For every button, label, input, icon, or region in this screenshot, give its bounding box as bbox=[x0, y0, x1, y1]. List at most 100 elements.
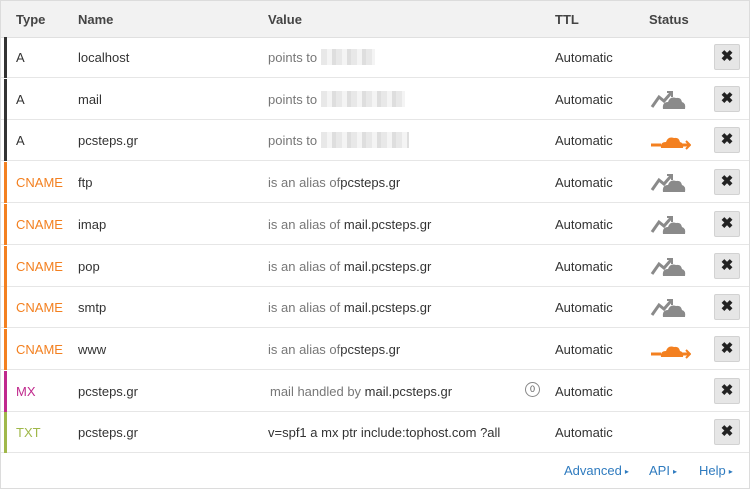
record-name[interactable]: mail bbox=[78, 92, 102, 107]
advanced-link-label: Advanced bbox=[564, 463, 622, 478]
record-ttl[interactable]: Automatic bbox=[555, 259, 613, 274]
record-value[interactable]: is an alias of mail.pcsteps.gr bbox=[268, 217, 431, 232]
record-value-prefix: mail handled by bbox=[270, 384, 365, 399]
record-type-indicator bbox=[4, 246, 7, 287]
record-value[interactable]: is an alias of mail.pcsteps.gr bbox=[268, 300, 431, 315]
table-row[interactable]: CNAME imap is an alias of mail.pcsteps.gr A… bbox=[1, 204, 749, 245]
table-row[interactable]: MX pcsteps.gr mail handled by mail.pcsteps… bbox=[1, 371, 749, 412]
record-type-indicator bbox=[4, 37, 7, 78]
proxied-cloud-icon[interactable] bbox=[649, 337, 692, 363]
record-ttl[interactable]: Automatic bbox=[555, 92, 613, 107]
delete-record-button[interactable]: ✖ bbox=[714, 211, 740, 237]
record-ttl[interactable]: Automatic bbox=[555, 50, 613, 65]
record-value-prefix: is an alias of bbox=[268, 259, 344, 274]
record-type: CNAME bbox=[16, 259, 63, 274]
record-value-target: mail.pcsteps.gr bbox=[343, 300, 432, 315]
header-type: Type bbox=[16, 12, 46, 27]
record-type: A bbox=[16, 92, 25, 107]
record-value[interactable]: points to bbox=[268, 132, 409, 149]
record-ttl[interactable]: Automatic bbox=[555, 175, 613, 190]
header-status: Status bbox=[649, 12, 689, 27]
table-row[interactable]: CNAME www is an alias ofpcsteps.gr Automati… bbox=[1, 329, 749, 370]
record-value[interactable]: is an alias ofpcsteps.gr bbox=[268, 342, 400, 357]
record-ttl[interactable]: Automatic bbox=[555, 425, 613, 440]
redacted-ip-address bbox=[320, 49, 375, 66]
header-name: Name bbox=[78, 12, 114, 27]
table-row[interactable]: CNAME smtp is an alias of mail.pcsteps.gr A… bbox=[1, 287, 749, 328]
caret-right-icon: ▸ bbox=[728, 467, 733, 476]
record-type: TXT bbox=[16, 425, 41, 440]
record-type: MX bbox=[16, 384, 36, 399]
record-type-indicator bbox=[4, 204, 7, 245]
record-type: CNAME bbox=[16, 217, 63, 232]
table-row[interactable]: TXT pcsteps.gr v=spf1 a mx ptr include:top… bbox=[1, 412, 749, 453]
record-type-indicator bbox=[4, 162, 7, 203]
delete-record-button[interactable]: ✖ bbox=[714, 253, 740, 279]
dns-only-cloud-icon[interactable] bbox=[649, 295, 691, 321]
record-name[interactable]: pcsteps.gr bbox=[78, 425, 138, 440]
record-name[interactable]: pcsteps.gr bbox=[78, 133, 138, 148]
record-name[interactable]: pop bbox=[78, 259, 100, 274]
delete-record-button[interactable]: ✖ bbox=[714, 44, 740, 70]
delete-record-button[interactable]: ✖ bbox=[714, 336, 740, 362]
delete-record-button[interactable]: ✖ bbox=[714, 127, 740, 153]
record-name[interactable]: ftp bbox=[78, 175, 92, 190]
record-value[interactable]: v=spf1 a mx ptr include:tophost.com ?all bbox=[268, 425, 500, 440]
delete-record-button[interactable]: ✖ bbox=[714, 378, 740, 404]
delete-record-button[interactable]: ✖ bbox=[714, 419, 740, 445]
record-value-target: mail.pcsteps.gr bbox=[343, 217, 432, 232]
table-row[interactable]: CNAME ftp is an alias ofpcsteps.gr Automati… bbox=[1, 162, 749, 203]
record-ttl[interactable]: Automatic bbox=[555, 217, 613, 232]
record-ttl[interactable]: Automatic bbox=[555, 133, 613, 148]
record-type-indicator bbox=[4, 412, 7, 453]
advanced-link[interactable]: Advanced ▸ bbox=[564, 463, 629, 478]
dns-only-cloud-icon[interactable] bbox=[649, 212, 691, 238]
record-value[interactable]: points to bbox=[268, 49, 375, 66]
delete-record-button[interactable]: ✖ bbox=[714, 86, 740, 112]
record-name[interactable]: smtp bbox=[78, 300, 106, 315]
record-value[interactable]: is an alias ofpcsteps.gr bbox=[268, 175, 400, 190]
delete-record-button[interactable]: ✖ bbox=[714, 169, 740, 195]
table-row[interactable]: Apcsteps.gr points to Automatic ✖ bbox=[1, 120, 749, 161]
dns-only-cloud-icon[interactable] bbox=[649, 170, 691, 196]
dns-only-cloud-icon[interactable] bbox=[649, 87, 691, 113]
caret-right-icon: ▸ bbox=[624, 467, 629, 476]
record-value-prefix: points to bbox=[268, 50, 321, 65]
record-type-indicator bbox=[4, 79, 7, 120]
record-value-target: pcsteps.gr bbox=[340, 342, 401, 357]
record-type: CNAME bbox=[16, 342, 63, 357]
record-name[interactable]: pcsteps.gr bbox=[78, 384, 138, 399]
record-ttl[interactable]: Automatic bbox=[555, 300, 613, 315]
api-link[interactable]: API ▸ bbox=[649, 463, 677, 478]
record-type: A bbox=[16, 133, 25, 148]
record-value-prefix: is an alias of bbox=[268, 175, 341, 190]
record-value[interactable]: points to bbox=[268, 91, 405, 108]
dns-only-cloud-icon[interactable] bbox=[649, 254, 691, 280]
proxied-cloud-icon[interactable] bbox=[649, 128, 692, 154]
mx-priority-badge[interactable]: 0 bbox=[525, 382, 540, 397]
record-ttl[interactable]: Automatic bbox=[555, 384, 613, 399]
record-name[interactable]: localhost bbox=[78, 50, 129, 65]
record-type: A bbox=[16, 50, 25, 65]
table-row[interactable]: Alocalhost points to Automatic ✖ bbox=[1, 37, 749, 78]
record-value-prefix: is an alias of bbox=[268, 342, 341, 357]
table-row[interactable]: Amail points to Automatic ✖ bbox=[1, 79, 749, 120]
record-value[interactable]: mail handled by mail.pcsteps.gr bbox=[270, 384, 452, 399]
record-value[interactable]: is an alias of mail.pcsteps.gr bbox=[268, 259, 431, 274]
record-ttl[interactable]: Automatic bbox=[555, 342, 613, 357]
help-link[interactable]: Help ▸ bbox=[699, 463, 733, 478]
record-value-target: v=spf1 a mx ptr include:tophost.com ?all bbox=[268, 425, 501, 440]
delete-record-button[interactable]: ✖ bbox=[714, 294, 740, 320]
record-value-prefix: is an alias of bbox=[268, 300, 344, 315]
api-link-label: API bbox=[649, 463, 670, 478]
record-name[interactable]: imap bbox=[78, 217, 106, 232]
record-type-indicator bbox=[4, 371, 7, 412]
record-value-prefix: points to bbox=[268, 92, 321, 107]
record-name[interactable]: www bbox=[78, 342, 106, 357]
caret-right-icon: ▸ bbox=[672, 467, 677, 476]
dns-records-panel: Type Name Value TTL Status Alocalhost poi… bbox=[0, 0, 750, 489]
table-row[interactable]: CNAME pop is an alias of mail.pcsteps.gr Au… bbox=[1, 246, 749, 287]
redacted-ip-address bbox=[320, 132, 409, 149]
table-header: Type Name Value TTL Status bbox=[1, 1, 749, 38]
record-value-prefix: points to bbox=[268, 133, 321, 148]
